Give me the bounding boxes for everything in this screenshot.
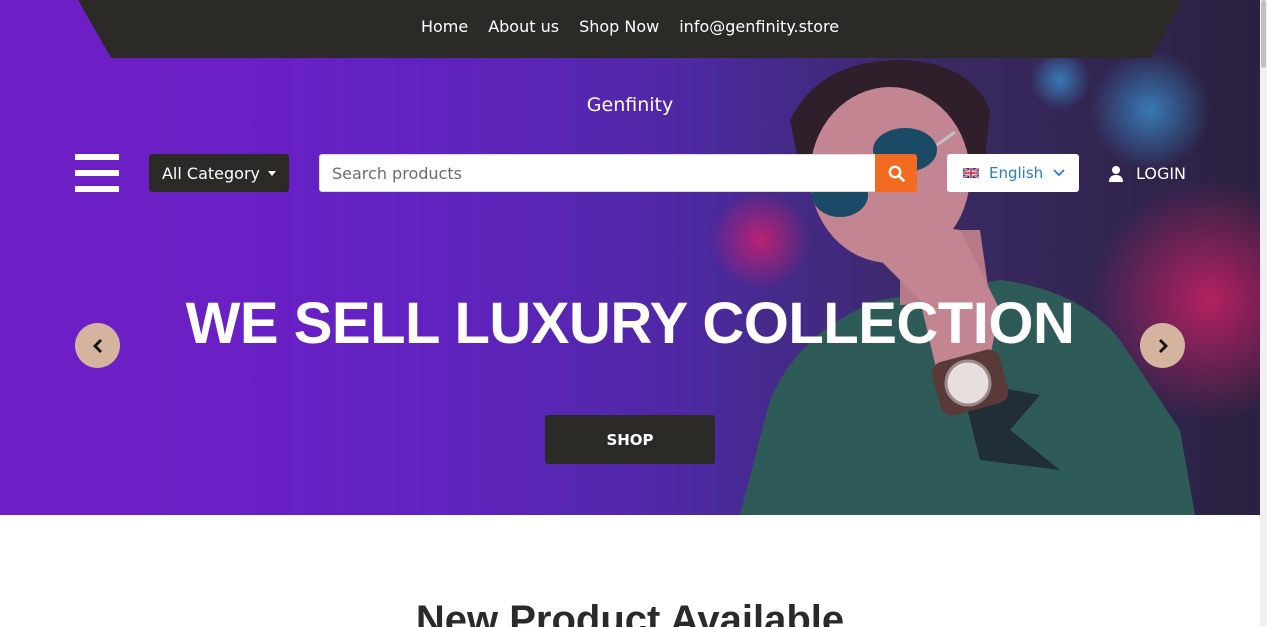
login-link[interactable]: LOGIN xyxy=(1108,154,1186,192)
caret-down-icon xyxy=(268,170,276,176)
login-label: LOGIN xyxy=(1136,163,1187,183)
user-icon xyxy=(1109,165,1123,182)
search-input[interactable] xyxy=(319,154,876,192)
uk-flag-icon xyxy=(963,168,979,178)
shop-button[interactable]: SHOP xyxy=(545,415,715,464)
chevron-right-icon xyxy=(1158,338,1168,353)
search-icon xyxy=(888,165,905,182)
language-select[interactable]: English xyxy=(947,154,1079,192)
nav-link-shop-now[interactable]: Shop Now xyxy=(579,17,659,36)
carousel-next-button[interactable] xyxy=(1140,323,1185,368)
nav-link-about[interactable]: About us xyxy=(488,17,559,36)
hamburger-icon[interactable] xyxy=(75,154,119,192)
chevron-down-icon xyxy=(1053,169,1065,177)
nav-link-home[interactable]: Home xyxy=(421,17,468,36)
top-nav-links: Home About us Shop Now info@genfinity.st… xyxy=(0,0,1260,52)
section-title: New Product Available xyxy=(415,598,845,627)
brand-name[interactable]: Genfinity xyxy=(0,94,1260,116)
page-scrollbar[interactable] xyxy=(1260,0,1267,627)
chevron-left-icon xyxy=(92,338,102,353)
carousel-prev-button[interactable] xyxy=(75,323,120,368)
search-button[interactable] xyxy=(875,154,917,192)
scrollbar-thumb[interactable] xyxy=(1261,0,1266,68)
hero-headline: WE SELL LUXURY COLLECTION xyxy=(185,291,1075,356)
all-category-dropdown[interactable]: All Category xyxy=(149,154,289,192)
category-label: All Category xyxy=(161,163,260,183)
nav-link-email[interactable]: info@genfinity.store xyxy=(679,17,839,36)
language-label: English xyxy=(989,164,1044,182)
